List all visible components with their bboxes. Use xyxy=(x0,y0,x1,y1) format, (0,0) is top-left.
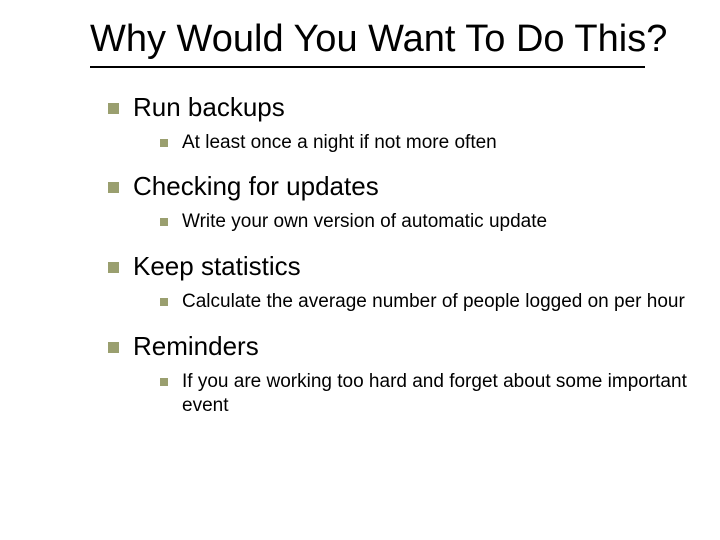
subitem-label: Calculate the average number of people l… xyxy=(182,290,685,315)
square-bullet-icon xyxy=(108,262,119,273)
subitem-label: At least once a night if not more often xyxy=(182,131,497,156)
square-bullet-icon xyxy=(160,298,168,306)
square-bullet-icon xyxy=(160,378,168,386)
subitem-label: If you are working too hard and forget a… xyxy=(182,370,702,419)
square-bullet-icon xyxy=(108,182,119,193)
square-bullet-icon xyxy=(160,139,168,147)
content-area: Run backups At least once a night if not… xyxy=(90,92,720,419)
subitem-label: Write your own version of automatic upda… xyxy=(182,210,547,235)
list-item: Keep statistics Calculate the average nu… xyxy=(108,251,720,315)
list-item: Run backups At least once a night if not… xyxy=(108,92,720,156)
item-label: Checking for updates xyxy=(133,171,379,202)
title-underline xyxy=(90,66,645,68)
square-bullet-icon xyxy=(160,218,168,226)
item-label: Reminders xyxy=(133,331,259,362)
square-bullet-icon xyxy=(108,342,119,353)
item-label: Keep statistics xyxy=(133,251,301,282)
slide: Why Would You Want To Do This? Run backu… xyxy=(0,0,720,419)
square-bullet-icon xyxy=(108,103,119,114)
list-item: Reminders If you are working too hard an… xyxy=(108,331,720,419)
list-item: Checking for updates Write your own vers… xyxy=(108,171,720,235)
slide-title: Why Would You Want To Do This? xyxy=(90,18,720,62)
item-label: Run backups xyxy=(133,92,285,123)
